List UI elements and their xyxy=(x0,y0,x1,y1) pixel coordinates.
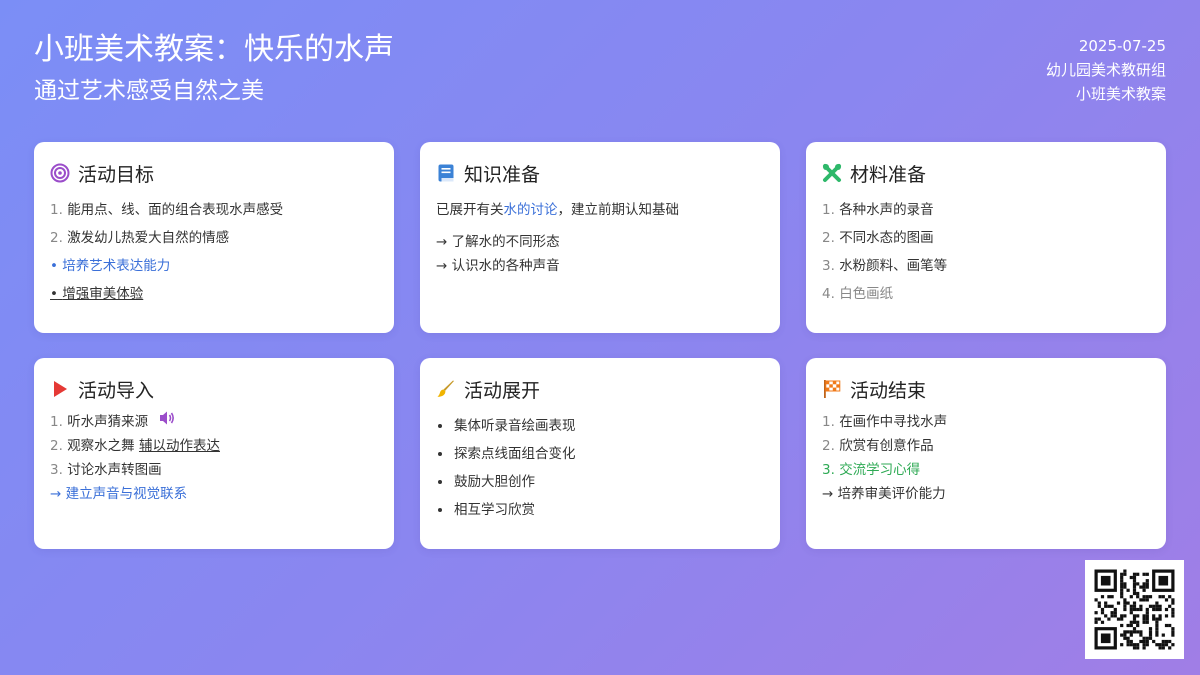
list-item: 已展开有关水的讨论，建立前期认知基础 xyxy=(436,202,679,218)
speaker-icon xyxy=(158,410,176,434)
list-item: 3. 水粉颜料、画笔等 xyxy=(822,258,948,274)
link-action-expression[interactable]: 辅以动作表达 xyxy=(139,438,220,454)
card-intro: 活动导入 1. 听水声猜来源 2. 观察水之舞 辅以动作表达 3. 讨论水声转图… xyxy=(34,358,394,549)
card-knowledge: 知识准备 已展开有关水的讨论，建立前期认知基础 → 了解水的不同形态 → 认识水… xyxy=(420,142,780,333)
card-title: 活动展开 xyxy=(464,379,541,402)
brush-icon xyxy=(436,379,456,399)
list-item: 集体听录音绘画表现 xyxy=(436,412,764,440)
list-item: 3. 交流学习心得 xyxy=(822,462,921,478)
card-title: 知识准备 xyxy=(464,163,541,186)
page-subtitle: 通过艺术感受自然之美 xyxy=(34,78,264,104)
author-label: 幼儿园美术教研组 xyxy=(1045,61,1166,79)
list-item: 相互学习欣赏 xyxy=(436,496,764,524)
tools-icon xyxy=(822,163,842,183)
list-item: → 了解水的不同形态 xyxy=(436,234,560,250)
card-goals: 活动目标 1. 能用点、线、面的组合表现水声感受 2. 激发幼儿热爱大自然的情感… xyxy=(34,142,394,333)
card-title: 活动目标 xyxy=(78,163,155,186)
doc-type-label: 小班美术教案 xyxy=(1075,85,1166,103)
list-item: 鼓励大胆创作 xyxy=(436,468,764,496)
header-meta: 2025-07-25 幼儿园美术教研组 小班美术教案 xyxy=(1046,34,1166,106)
target-icon xyxy=(50,163,70,183)
list-item: • 增强审美体验 xyxy=(50,286,144,302)
list-item: 1. 在画作中寻找水声 xyxy=(822,414,948,430)
card-materials: 材料准备 1. 各种水声的录音 2. 不同水态的图画 3. 水粉颜料、画笔等 4… xyxy=(806,142,1166,333)
qr-code-graphic xyxy=(1094,569,1175,650)
list-item: 1. 能用点、线、面的组合表现水声感受 xyxy=(50,202,284,218)
list-item: 2. 欣赏有创意作品 xyxy=(822,438,934,454)
checkered-flag-icon xyxy=(822,379,842,399)
card-ending: 活动结束 1. 在画作中寻找水声 2. 欣赏有创意作品 3. 交流学习心得 → … xyxy=(806,358,1166,549)
card-title: 活动导入 xyxy=(78,379,155,402)
list-item: 1. 听水声猜来源 xyxy=(50,410,378,434)
book-icon xyxy=(436,163,456,183)
list-item: → 建立声音与视觉联系 xyxy=(50,486,188,502)
date-label: 2025-07-25 xyxy=(1078,37,1166,55)
list-item: 4. 白色画纸 xyxy=(822,286,894,302)
card-title: 活动结束 xyxy=(850,379,927,402)
list-item: 探索点线面组合变化 xyxy=(436,440,764,468)
card-develop: 活动展开 集体听录音绘画表现 探索点线面组合变化 鼓励大胆创作 相互学习欣赏 xyxy=(420,358,780,549)
link-water-discussion[interactable]: 水的讨论 xyxy=(504,202,558,218)
header: 小班美术教案：快乐的水声 通过艺术感受自然之美 xyxy=(34,30,394,108)
list-item: 2. 激发幼儿热爱大自然的情感 xyxy=(50,230,230,246)
list-item: 2. 不同水态的图画 xyxy=(822,230,934,246)
play-icon xyxy=(50,379,70,399)
list-item: 1. 各种水声的录音 xyxy=(822,202,934,218)
card-title: 材料准备 xyxy=(850,163,927,186)
list-item: 3. 讨论水声转图画 xyxy=(50,462,162,478)
qr-code[interactable] xyxy=(1085,560,1184,659)
list-item: • 培养艺术表达能力 xyxy=(50,258,171,274)
page-title: 小班美术教案：快乐的水声 xyxy=(34,32,394,67)
list-item: 2. 观察水之舞 辅以动作表达 xyxy=(50,438,220,454)
list-item: → 培养审美评价能力 xyxy=(822,486,946,502)
list-item: → 认识水的各种声音 xyxy=(436,258,560,274)
